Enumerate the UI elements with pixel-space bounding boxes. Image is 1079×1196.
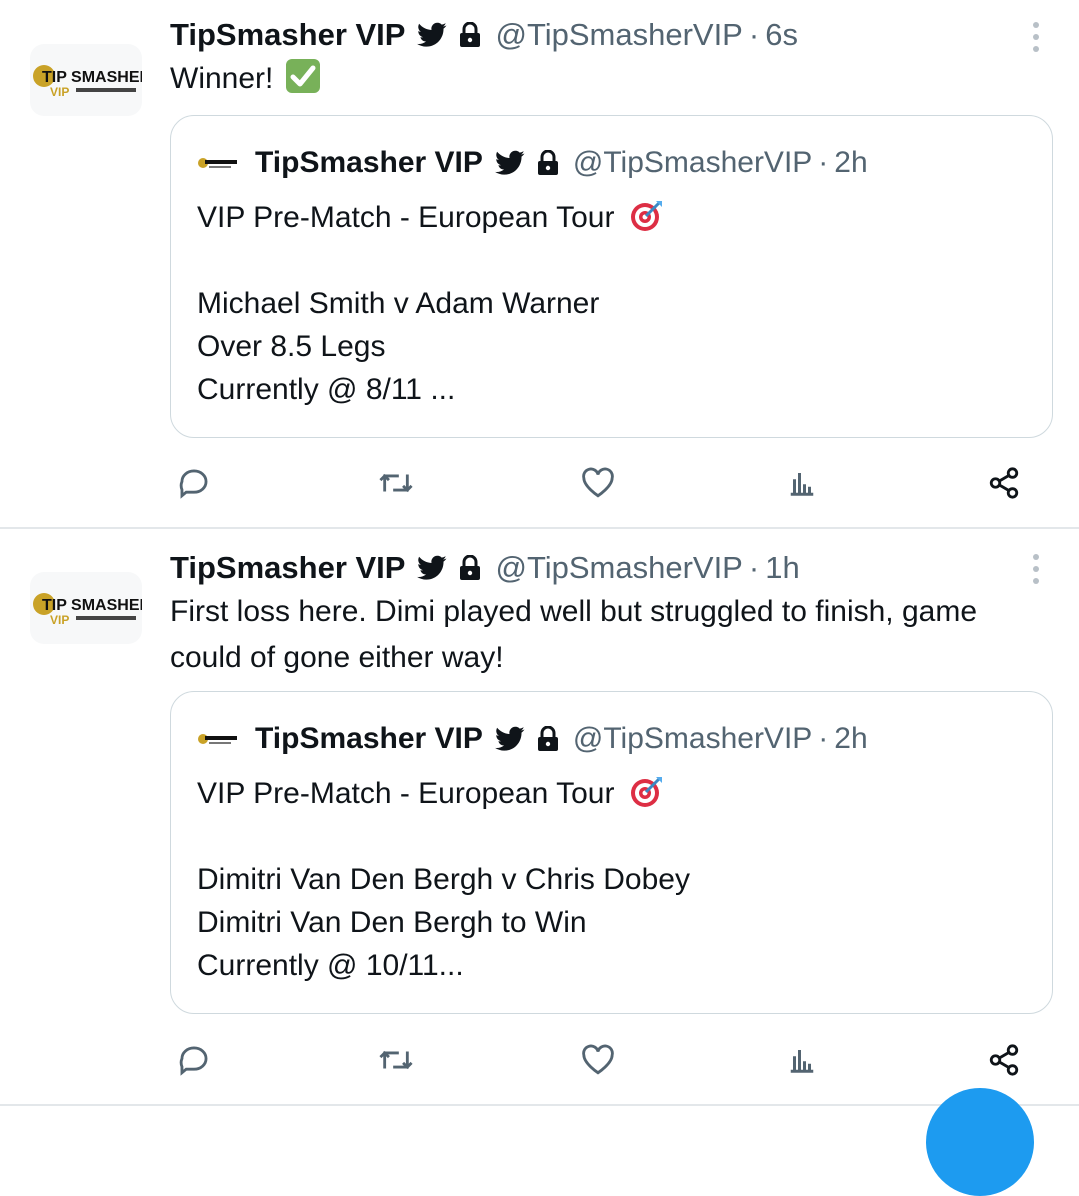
timestamp[interactable]: 1h bbox=[765, 550, 799, 586]
like-button[interactable] bbox=[578, 463, 618, 503]
avatar[interactable] bbox=[197, 153, 241, 173]
compose-button[interactable] bbox=[926, 1088, 1034, 1196]
share-icon bbox=[989, 467, 1019, 499]
twitter-bird-icon bbox=[494, 726, 525, 752]
separator-dot: · bbox=[818, 146, 829, 179]
author-handle[interactable]: @TipSmasherVIP bbox=[495, 550, 742, 586]
separator-dot: · bbox=[748, 550, 760, 585]
quoted-line: Dimitri Van Den Bergh v Chris Dobey bbox=[197, 863, 690, 896]
reply-button[interactable] bbox=[174, 463, 214, 503]
retweet-icon bbox=[379, 1050, 413, 1070]
author-name[interactable]: TipSmasher VIP bbox=[255, 722, 483, 756]
quoted-line: Dimitri Van Den Bergh to Win bbox=[197, 906, 587, 939]
svg-text:VIP: VIP bbox=[50, 613, 69, 627]
quoted-line: Michael Smith v Adam Warner bbox=[197, 287, 600, 320]
share-button[interactable] bbox=[984, 463, 1024, 503]
twitter-bird-icon bbox=[417, 555, 447, 581]
logo-wordmark: TIP SMASHER bbox=[42, 69, 142, 86]
tweet[interactable]: TIP SMASHER VIP TipSmasher VIP @TipSmash… bbox=[0, 0, 1079, 529]
reply-button[interactable] bbox=[174, 1040, 214, 1080]
tweet-text-content: Winner! bbox=[170, 62, 274, 95]
author-name[interactable]: TipSmasher VIP bbox=[170, 550, 405, 586]
quoted-tweet-header: TipSmasher VIP @TipSmasherVIP · 2h bbox=[197, 144, 868, 182]
retweet-button[interactable] bbox=[376, 1040, 416, 1080]
author-handle[interactable]: @TipSmasherVIP bbox=[573, 722, 812, 756]
tweet-actions bbox=[170, 1040, 1050, 1080]
separator-dot: · bbox=[748, 17, 760, 52]
views-button[interactable] bbox=[782, 1040, 822, 1080]
separator-dot: · bbox=[818, 722, 829, 755]
reply-icon bbox=[179, 469, 208, 499]
tweet-text: Winner! bbox=[170, 56, 1049, 102]
twitter-bird-icon bbox=[494, 150, 525, 176]
share-button[interactable] bbox=[984, 1040, 1024, 1080]
quoted-tweet-header: TipSmasher VIP @TipSmasherVIP · 2h bbox=[197, 720, 868, 758]
lock-icon bbox=[537, 726, 559, 752]
like-icon bbox=[582, 467, 614, 498]
author-handle[interactable]: @TipSmasherVIP bbox=[495, 17, 742, 53]
tipsmasher-logo: TIP SMASHER VIP bbox=[30, 44, 142, 116]
tweet-header: TipSmasher VIP @TipSmasherVIP · 6s bbox=[170, 15, 798, 55]
avatar[interactable]: TIP SMASHER VIP bbox=[30, 572, 142, 644]
tipsmasher-logo: TIP SMASHER VIP bbox=[30, 572, 142, 644]
tweet-header: TipSmasher VIP @TipSmasherVIP · 1h bbox=[170, 548, 800, 588]
lock-icon bbox=[459, 22, 481, 48]
quoted-line: VIP Pre-Match - European Tour bbox=[197, 201, 615, 234]
timestamp[interactable]: 6s bbox=[765, 17, 798, 53]
more-vertical-icon[interactable] bbox=[1029, 22, 1043, 52]
quoted-line: Currently @ 10/11... bbox=[197, 949, 464, 982]
tweet-text: First loss here. Dimi played well but st… bbox=[170, 595, 978, 674]
author-name[interactable]: TipSmasher VIP bbox=[170, 17, 405, 53]
like-button[interactable] bbox=[578, 1040, 618, 1080]
views-icon bbox=[790, 1050, 814, 1073]
quoted-line: VIP Pre-Match - European Tour bbox=[197, 777, 615, 810]
retweet-button[interactable] bbox=[376, 463, 416, 503]
svg-text:VIP: VIP bbox=[50, 85, 69, 99]
retweet-icon bbox=[379, 473, 413, 493]
lock-icon bbox=[459, 555, 481, 581]
share-icon bbox=[989, 1044, 1019, 1076]
avatar[interactable]: TIP SMASHER VIP bbox=[30, 44, 142, 116]
author-handle[interactable]: @TipSmasherVIP bbox=[573, 146, 812, 180]
timestamp[interactable]: 2h bbox=[834, 722, 867, 756]
tweet[interactable]: TIP SMASHER VIP TipSmasher VIP @TipSmash… bbox=[0, 529, 1079, 1106]
like-icon bbox=[582, 1044, 614, 1075]
direct-hit-icon bbox=[629, 776, 663, 820]
check-mark-button-icon bbox=[285, 59, 320, 93]
logo-wordmark: TIP SMASHER bbox=[42, 597, 142, 614]
timestamp[interactable]: 2h bbox=[834, 146, 867, 180]
author-name[interactable]: TipSmasher VIP bbox=[255, 146, 483, 180]
reply-icon bbox=[179, 1046, 208, 1076]
more-vertical-icon[interactable] bbox=[1029, 554, 1043, 584]
views-icon bbox=[790, 473, 814, 496]
quoted-tweet-text: VIP Pre-Match - European Tour Dimitri Va… bbox=[197, 772, 690, 987]
quoted-line: Currently @ 8/11 ... bbox=[197, 373, 456, 406]
quoted-tweet[interactable]: TipSmasher VIP @TipSmasherVIP · 2h VIP P… bbox=[170, 691, 1053, 1014]
tweet-actions bbox=[170, 463, 1050, 503]
quoted-tweet-text: VIP Pre-Match - European Tour Michael Sm… bbox=[197, 196, 663, 411]
quoted-line: Over 8.5 Legs bbox=[197, 330, 386, 363]
avatar[interactable] bbox=[197, 729, 241, 749]
twitter-bird-icon bbox=[417, 22, 447, 48]
views-button[interactable] bbox=[782, 463, 822, 503]
quoted-tweet[interactable]: TipSmasher VIP @TipSmasherVIP · 2h VIP P… bbox=[170, 115, 1053, 438]
lock-icon bbox=[537, 150, 559, 176]
direct-hit-icon bbox=[629, 200, 663, 244]
